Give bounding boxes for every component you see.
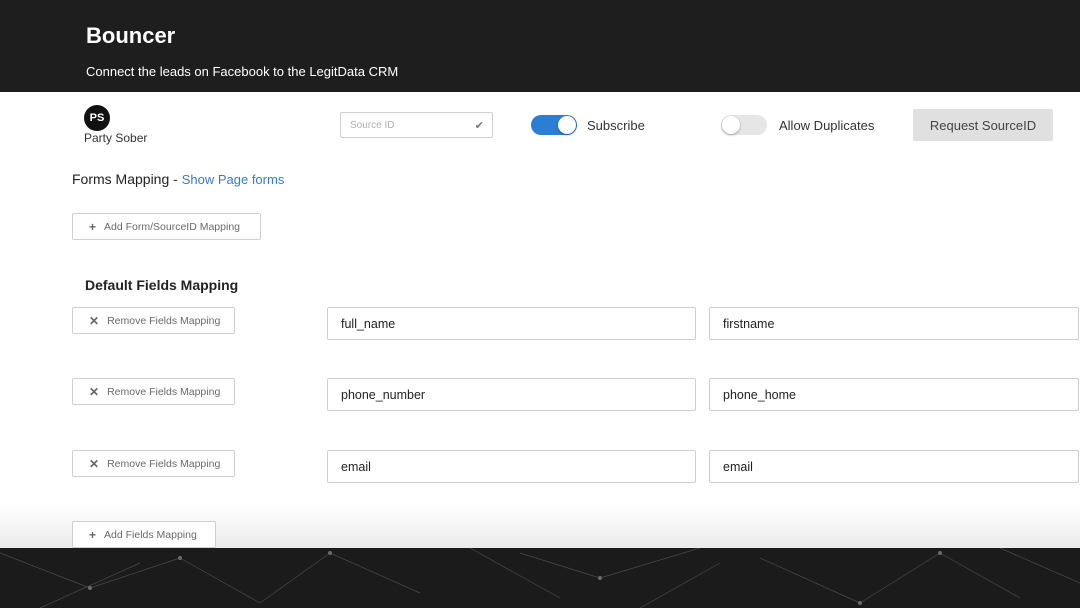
plus-icon: + <box>89 219 97 234</box>
page-name: Party Sober <box>84 131 148 145</box>
add-fields-mapping-button[interactable]: + Add Fields Mapping <box>72 521 216 548</box>
check-icon: ✔ <box>474 120 484 132</box>
background-network-pattern <box>0 548 1080 608</box>
request-sourceid-button[interactable]: Request SourceID <box>913 109 1053 141</box>
source-field-input[interactable] <box>327 307 696 340</box>
source-id-select[interactable]: Source ID ✔ <box>340 112 493 138</box>
subscribe-label: Subscribe <box>587 118 645 133</box>
allow-duplicates-label: Allow Duplicates <box>779 118 875 133</box>
add-form-mapping-button[interactable]: + Add Form/SourceID Mapping <box>72 213 261 240</box>
network-pattern-graphic <box>0 548 1080 608</box>
subscribe-toggle[interactable] <box>531 115 577 135</box>
source-field-input[interactable] <box>327 450 696 483</box>
remove-fields-mapping-button[interactable]: ✕ Remove Fields Mapping <box>72 450 235 477</box>
show-page-forms-link[interactable]: Show Page forms <box>182 172 285 187</box>
toggle-knob <box>722 116 740 134</box>
forms-mapping-separator: - <box>173 171 178 187</box>
forms-mapping-title: Forms Mapping <box>72 171 170 187</box>
add-form-mapping-label: Add Form/SourceID Mapping <box>104 220 240 233</box>
allow-duplicates-toggle[interactable] <box>721 115 767 135</box>
close-icon: ✕ <box>89 456 100 471</box>
forms-mapping-heading: Forms Mapping - Show Page forms <box>72 171 284 187</box>
remove-fields-mapping-label: Remove Fields Mapping <box>107 314 221 327</box>
source-id-placeholder: Source ID <box>350 120 395 131</box>
remove-fields-mapping-button[interactable]: ✕ Remove Fields Mapping <box>72 378 235 405</box>
remove-fields-mapping-button[interactable]: ✕ Remove Fields Mapping <box>72 307 235 334</box>
source-field-input[interactable] <box>327 378 696 411</box>
app-title: Bouncer <box>86 23 176 48</box>
toggle-knob <box>558 116 576 134</box>
target-field-input[interactable] <box>709 307 1079 340</box>
default-fields-mapping-title: Default Fields Mapping <box>85 277 239 293</box>
target-field-input[interactable] <box>709 450 1079 483</box>
page-avatar: PS <box>84 105 110 131</box>
close-icon: ✕ <box>89 384 100 399</box>
remove-fields-mapping-label: Remove Fields Mapping <box>107 457 221 470</box>
target-field-input[interactable] <box>709 378 1079 411</box>
add-fields-mapping-label: Add Fields Mapping <box>104 528 197 541</box>
plus-icon: + <box>89 527 97 542</box>
app-header: Bouncer Connect the leads on Facebook to… <box>0 0 1080 92</box>
app-subtitle: Connect the leads on Facebook to the Leg… <box>86 64 399 79</box>
remove-fields-mapping-label: Remove Fields Mapping <box>107 385 221 398</box>
close-icon: ✕ <box>89 313 100 328</box>
